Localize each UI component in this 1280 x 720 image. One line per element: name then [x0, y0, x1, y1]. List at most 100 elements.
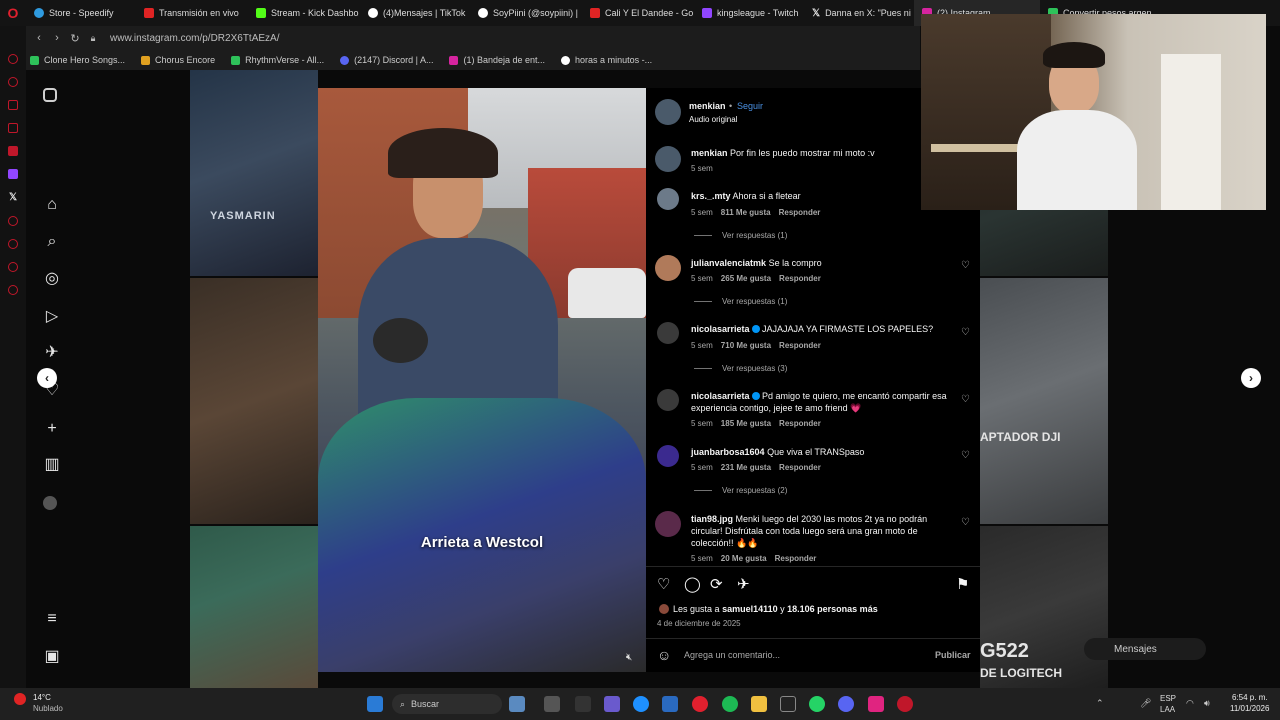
weather-temp[interactable]: 14°C	[33, 693, 51, 702]
obs-icon[interactable]	[897, 696, 913, 712]
caption-avatar[interactable]	[655, 146, 681, 172]
url-field[interactable]: www.instagram.com/p/DR2X6TtAEzA/	[110, 33, 280, 44]
messages-button[interactable]: Mensajes	[1084, 638, 1206, 660]
tab-youtube-cali[interactable]: Cali Y El Dandee - Go	[582, 0, 694, 26]
save-bookmark-icon[interactable]: ⚑	[956, 575, 969, 593]
comment-avatar[interactable]	[655, 255, 681, 281]
comment-avatar[interactable]	[655, 511, 681, 537]
comment-username[interactable]: nicolasarrieta	[691, 391, 750, 401]
next-post-chevron-icon[interactable]: ›	[1241, 368, 1261, 388]
tab-youtube-live[interactable]: Transmisión en vivo	[136, 0, 248, 26]
copilot-icon[interactable]	[604, 696, 620, 712]
repost-icon[interactable]: ⟳	[710, 575, 723, 593]
bookmark-instagram-inbox[interactable]: (1) Bandeja de ent...	[449, 55, 545, 65]
tab-tiktok-soypiini[interactable]: SoyPiini (@soypiini) |	[470, 0, 582, 26]
extensions-icon[interactable]	[8, 262, 18, 272]
downloads-icon[interactable]	[8, 239, 18, 249]
app-icon[interactable]	[575, 696, 591, 712]
profile-avatar[interactable]	[43, 496, 57, 510]
spotify-icon[interactable]	[722, 696, 738, 712]
comment-username[interactable]: tian98.jpg	[691, 514, 733, 524]
more-menu-icon[interactable]: ≡	[43, 610, 61, 628]
pinboard-icon[interactable]	[8, 123, 18, 133]
grid-thumbnail[interactable]: APTADOR DJI	[980, 278, 1108, 524]
bookmark-rhythmverse[interactable]: RhythmVerse - All...	[231, 55, 324, 65]
twitch-icon[interactable]	[8, 169, 18, 179]
grid-thumbnail[interactable]: YASMARIN	[190, 70, 318, 276]
search-icon[interactable]: ⌕	[43, 233, 61, 251]
audio-label[interactable]: Audio original	[689, 115, 737, 124]
comment-likes[interactable]: 265 Me gusta	[721, 274, 771, 283]
comment-like-heart-icon[interactable]: ♡	[961, 394, 970, 405]
settings-icon[interactable]	[8, 285, 18, 295]
share-icon[interactable]: ✈	[737, 575, 750, 593]
publish-button[interactable]: Publicar	[935, 650, 971, 660]
reply-button[interactable]: Responder	[775, 554, 817, 563]
tiktok-studio-icon[interactable]	[868, 696, 884, 712]
comment-avatar[interactable]	[657, 322, 679, 344]
previous-post-chevron-icon[interactable]: ‹	[37, 368, 57, 388]
author-username[interactable]: menkian	[689, 101, 726, 111]
caption-username[interactable]: menkian	[691, 148, 728, 158]
create-icon[interactable]: +	[43, 420, 61, 438]
comment-like-heart-icon[interactable]: ♡	[961, 450, 970, 461]
wifi-icon[interactable]: ◠	[1186, 698, 1194, 709]
reply-button[interactable]: Responder	[779, 274, 821, 283]
grid-thumbnail[interactable]: G522 DE LOGITECH	[980, 526, 1108, 688]
instagram-logo-icon[interactable]	[43, 88, 57, 102]
history-icon[interactable]	[8, 77, 18, 87]
comment-likes[interactable]: 231 Me gusta	[721, 463, 771, 472]
comment-likes[interactable]: 20 Me gusta	[721, 554, 767, 563]
epic-games-icon[interactable]	[780, 696, 796, 712]
language-bottom[interactable]: LAA	[1160, 705, 1175, 714]
likes-summary[interactable]: Les gusta a samuel14110 y 18.106 persona…	[659, 604, 878, 614]
grid-thumbnail[interactable]	[190, 526, 318, 688]
gmail-icon[interactable]	[8, 146, 18, 156]
comment-avatar[interactable]	[657, 389, 679, 411]
like-heart-icon[interactable]: ♡	[657, 575, 670, 593]
comment-avatar[interactable]	[657, 445, 679, 467]
comment-username[interactable]: juanbarbosa1604	[691, 447, 765, 457]
whatsapp-icon[interactable]	[809, 696, 825, 712]
comment-like-heart-icon[interactable]: ♡	[961, 327, 970, 338]
bookmark-discord[interactable]: (2147) Discord | A...	[340, 55, 433, 65]
clock-time[interactable]: 6:54 p. m.	[1232, 693, 1268, 702]
weather-desc[interactable]: Nublado	[33, 704, 63, 713]
discord-icon[interactable]	[838, 696, 854, 712]
comment-input[interactable]: Agrega un comentario...	[684, 650, 780, 660]
follow-button[interactable]: Seguir	[737, 101, 763, 111]
forward-icon[interactable]: ›	[48, 32, 66, 44]
back-icon[interactable]: ‹	[30, 32, 48, 44]
file-explorer-icon[interactable]	[751, 696, 767, 712]
view-replies[interactable]: Ver respuestas (3)	[694, 364, 787, 373]
taskbar-search[interactable]: ⌕ Buscar	[392, 694, 502, 714]
comment-likes[interactable]: 710 Me gusta	[721, 341, 771, 350]
threads-icon[interactable]: ▣	[43, 648, 61, 666]
comment-like-heart-icon[interactable]: ♡	[961, 517, 970, 528]
reply-button[interactable]: Responder	[779, 208, 821, 217]
reply-button[interactable]: Responder	[779, 419, 821, 428]
microphone-icon[interactable]: 🎤︎	[1140, 698, 1151, 709]
opera-logo-icon[interactable]: O	[0, 5, 26, 21]
reply-button[interactable]: Responder	[779, 341, 821, 350]
grid-thumbnail[interactable]	[190, 278, 318, 524]
reply-button[interactable]: Responder	[779, 463, 821, 472]
messenger-icon[interactable]	[8, 54, 18, 64]
clock-date[interactable]: 11/01/2026	[1230, 704, 1269, 713]
x-icon[interactable]: 𝕏	[9, 192, 17, 203]
comment-avatar[interactable]	[657, 188, 679, 210]
bookmark-horas-minutos[interactable]: horas a minutos -...	[561, 55, 652, 65]
windows-start-icon[interactable]	[367, 696, 383, 712]
tab-twitch[interactable]: kingsleague - Twitch	[694, 0, 804, 26]
tray-chevron-icon[interactable]: ⌃	[1096, 698, 1104, 709]
tab-speedify[interactable]: Store - Speedify	[26, 0, 136, 26]
opera-gx-icon[interactable]	[692, 696, 708, 712]
messages-icon[interactable]: ✈	[43, 344, 61, 362]
edge-icon[interactable]	[633, 696, 649, 712]
home-icon[interactable]: ⌂	[43, 196, 61, 214]
comment-like-heart-icon[interactable]: ♡	[961, 260, 970, 271]
bookmark-chorus-encore[interactable]: Chorus Encore	[141, 55, 215, 65]
comment-likes[interactable]: 811 Me gusta	[721, 208, 771, 217]
view-replies[interactable]: Ver respuestas (2)	[694, 486, 787, 495]
emoji-icon[interactable]: ☺	[657, 647, 671, 663]
